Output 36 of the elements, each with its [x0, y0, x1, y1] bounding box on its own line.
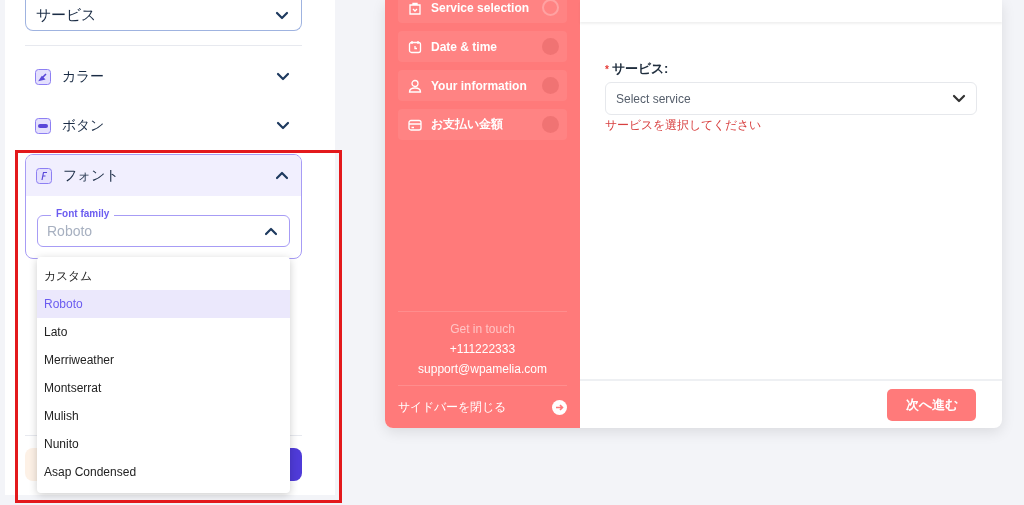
step-select[interactable]: サービス	[25, 0, 302, 31]
dropdown-option[interactable]: Mulish	[37, 402, 290, 430]
contact-heading: Get in touch	[450, 322, 515, 336]
dropdown-option[interactable]: Roboto	[37, 290, 290, 318]
accordion-header[interactable]: ボタン	[25, 105, 302, 146]
error-message: サービスを選択してください	[605, 118, 762, 133]
chevron-down-icon[interactable]	[952, 94, 966, 103]
field-label: サービス:	[611, 60, 669, 78]
accordion-header[interactable]: フォント	[26, 155, 301, 196]
chevron-down-icon[interactable]	[275, 10, 289, 20]
brush-icon	[35, 68, 51, 85]
dropdown-option[interactable]: Nunito	[37, 430, 290, 458]
chevron-down-icon[interactable]	[276, 121, 290, 130]
arrow-circle-icon[interactable]	[552, 399, 567, 415]
dropdown-option[interactable]: Asap Condensed	[37, 458, 290, 486]
user-icon	[408, 78, 422, 93]
font-family-select[interactable]: Font family Roboto	[37, 207, 290, 247]
required-mark: *	[605, 63, 609, 75]
card-icon	[408, 117, 422, 132]
dropdown-option[interactable]: Lato	[37, 318, 290, 346]
chevron-up-icon[interactable]	[264, 226, 278, 236]
email-address: support@wpamelia.com	[418, 362, 547, 376]
select-value: Roboto	[47, 223, 93, 239]
service-select[interactable]: Select service	[605, 82, 977, 115]
dropdown-option[interactable]: Merriweather	[37, 346, 290, 374]
button-icon	[35, 117, 51, 134]
chevron-down-icon[interactable]	[276, 72, 290, 81]
dropdown-option[interactable]: カスタム	[37, 262, 290, 290]
field-label: Font family	[51, 208, 115, 219]
chevron-up-icon[interactable]	[275, 171, 289, 180]
dropdown-option[interactable]: Montserrat	[37, 374, 290, 402]
phone-number: +111222333	[449, 342, 516, 356]
bag-icon	[408, 0, 422, 15]
accordion-header[interactable]: カラー	[25, 56, 302, 97]
font-icon	[36, 167, 52, 184]
calendar-icon	[408, 39, 422, 54]
